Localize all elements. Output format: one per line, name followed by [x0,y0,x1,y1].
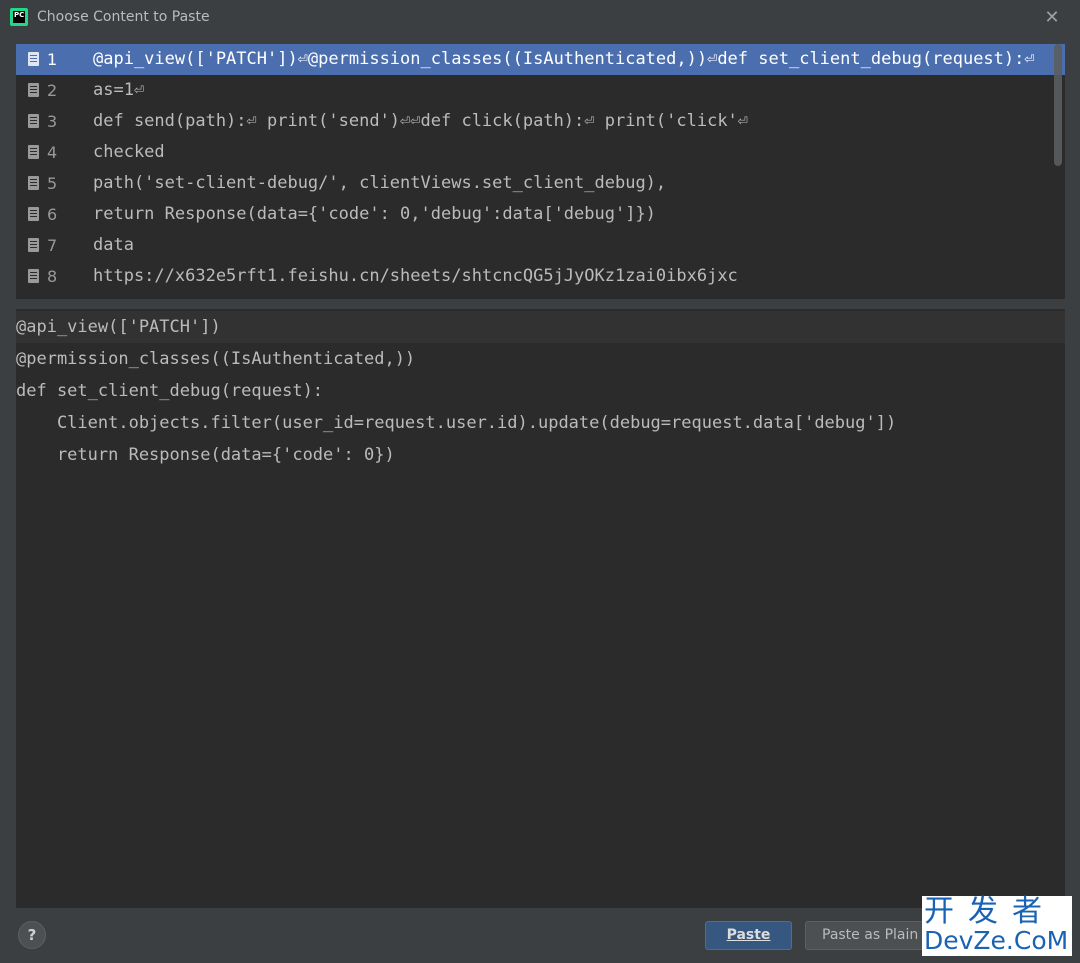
preview-line: @api_view(['PATCH']) [16,311,1065,343]
preview-line: def set_client_debug(request): [16,381,324,401]
item-number: 2 [47,81,58,100]
list-item[interactable]: 7 data [16,230,1065,261]
list-item[interactable]: 4 checked [16,137,1065,168]
dialog-footer: ? Paste Paste as Plain Text [0,908,1080,963]
item-text: https://x632e5rft1.feishu.cn/sheets/shtc… [93,266,738,286]
watermark-line1: 开发者 [924,894,1056,929]
item-number: 8 [47,267,58,286]
preview-line: @permission_classes((IsAuthenticated,)) [16,349,416,369]
list-item[interactable]: 6 return Response(data={'code': 0,'debug… [16,199,1065,230]
item-text: @api_view(['PATCH'])⏎@permission_classes… [93,49,1035,69]
item-number: 6 [47,205,58,224]
help-button[interactable]: ? [18,921,46,949]
preview-line: Client.objects.filter(user_id=request.us… [16,413,897,433]
document-icon [28,52,39,66]
splitter[interactable] [16,300,1065,309]
document-icon [28,114,39,128]
document-icon [28,83,39,97]
document-icon [28,207,39,221]
watermark-line2: DevZe.CoM [924,926,1069,955]
item-text: checked [93,142,165,162]
item-text: path('set-client-debug/', clientViews.se… [93,173,667,193]
item-text: as=1⏎ [93,80,145,100]
document-icon [28,145,39,159]
item-number: 3 [47,112,58,131]
item-text: return Response(data={'code': 0,'debug':… [93,204,656,224]
list-item[interactable]: 3 def send(path):⏎ print('send')⏎⏎def cl… [16,106,1065,137]
paste-button[interactable]: Paste [705,921,792,950]
document-icon [28,269,39,283]
title-bar: PC Choose Content to Paste ✕ [0,0,1080,36]
list-item[interactable]: 2 as=1⏎ [16,75,1065,106]
item-text: def send(path):⏎ print('send')⏎⏎def clic… [93,111,749,131]
list-item[interactable]: 5 path('set-client-debug/', clientViews.… [16,168,1065,199]
list-item[interactable]: 1 @api_view(['PATCH'])⏎@permission_class… [16,44,1065,75]
watermark-logo: 开发者 DevZe.CoM [922,896,1072,956]
item-text: data [93,235,134,255]
clipboard-history-list[interactable]: 1 @api_view(['PATCH'])⏎@permission_class… [16,44,1065,299]
list-scrollbar[interactable] [1054,44,1062,166]
document-icon [28,176,39,190]
app-icon-label: PC [13,11,25,23]
close-icon[interactable]: ✕ [1040,6,1064,30]
item-number: 5 [47,174,58,193]
document-icon [28,238,39,252]
item-number: 7 [47,236,58,255]
content-preview[interactable]: @api_view(['PATCH']) @permission_classes… [16,309,1065,908]
item-number: 1 [47,50,58,69]
dialog-title: Choose Content to Paste [37,9,210,25]
list-item[interactable]: 8 https://x632e5rft1.feishu.cn/sheets/sh… [16,261,1065,292]
pycharm-icon: PC [10,8,28,26]
preview-line: return Response(data={'code': 0}) [16,445,395,465]
item-number: 4 [47,143,58,162]
